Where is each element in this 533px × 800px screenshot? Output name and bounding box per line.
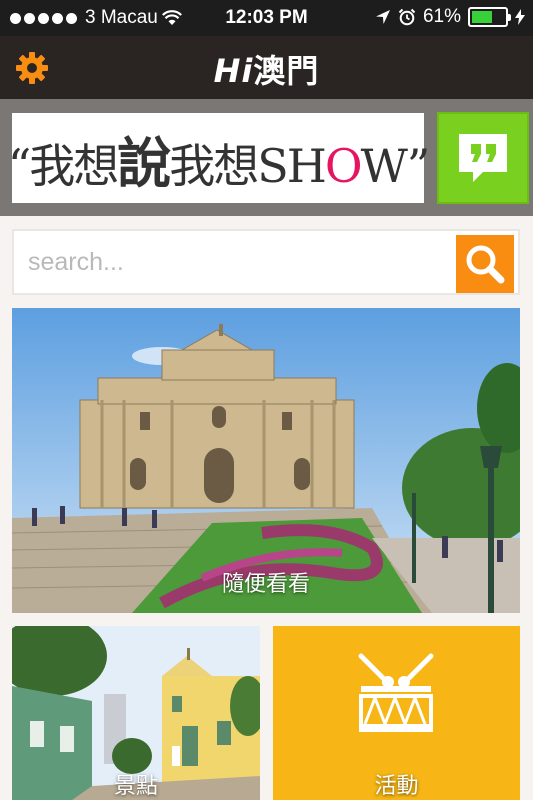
speech-bubble-button[interactable]	[437, 112, 529, 204]
promo-banner-text: “我想說我想SHOW”	[7, 119, 431, 198]
logo-macau: 澳門	[253, 53, 320, 89]
tile-browse[interactable]: 隨便看看	[12, 308, 520, 613]
tile-sights[interactable]: 景點	[12, 626, 260, 800]
status-bar: 3 Macau 12:03 PM 61%	[0, 0, 533, 36]
tile-events[interactable]: 活動	[273, 626, 520, 800]
tile-browse-caption: 隨便看看	[221, 571, 310, 596]
alarm-clock-icon	[398, 8, 416, 26]
tile-sights-caption: 景點	[113, 773, 158, 798]
banner-text-3: W”	[360, 138, 431, 193]
search-bar	[12, 229, 520, 295]
banner-text-o: O	[324, 138, 363, 193]
battery-icon	[468, 7, 511, 27]
logo-hi: Hi	[213, 52, 254, 90]
promo-strip: “我想說我想SHOW”	[0, 99, 533, 216]
banner-text-big: 說	[117, 130, 171, 195]
location-arrow-icon	[375, 10, 390, 24]
speech-bubble-quote-icon	[459, 134, 507, 182]
charging-bolt-icon	[515, 9, 525, 25]
battery-percent: 61%	[422, 6, 461, 27]
promo-banner[interactable]: “我想說我想SHOW”	[8, 113, 430, 203]
app-logo: Hi澳門	[0, 46, 533, 92]
search-button[interactable]	[456, 235, 514, 293]
banner-text-1: “我想	[7, 138, 120, 193]
tile-events-caption: 活動	[374, 773, 419, 798]
search-input[interactable]	[28, 239, 448, 285]
status-right-group: 61%	[375, 6, 525, 28]
search-icon	[466, 245, 505, 284]
app-header: Hi澳門	[0, 36, 533, 99]
banner-text-2: 我想SH	[169, 138, 327, 193]
